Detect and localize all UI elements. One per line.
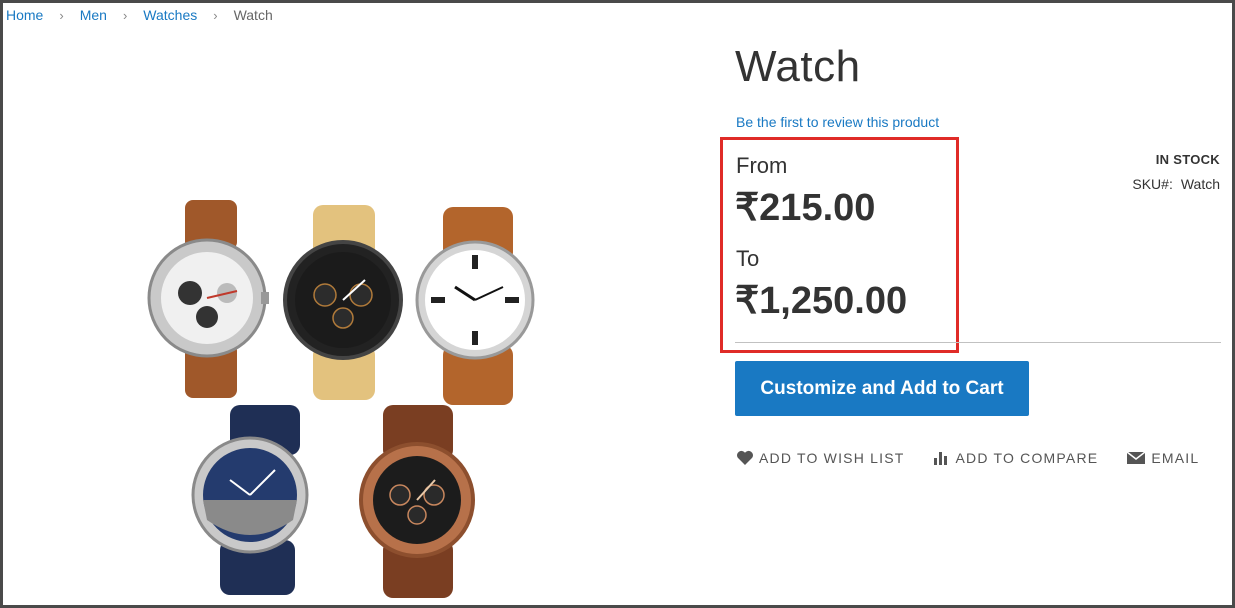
watch-silver-brown-image	[147, 200, 269, 398]
sku-label: SKU#:	[1132, 176, 1173, 192]
email-link[interactable]: EMAIL	[1126, 450, 1199, 466]
watch-blue-image	[191, 405, 309, 595]
watch-copper-image	[359, 405, 475, 598]
breadcrumb-current: Watch	[233, 7, 273, 23]
breadcrumb-watches[interactable]: Watches	[143, 7, 197, 23]
envelope-icon	[1126, 451, 1146, 464]
product-title: Watch	[735, 42, 861, 91]
breadcrumb-separator: ›	[213, 7, 218, 23]
price-from-value: ₹215.00	[735, 187, 876, 229]
breadcrumb-separator: ›	[122, 7, 128, 23]
divider	[735, 342, 1221, 343]
stock-status: IN STOCK	[1155, 152, 1220, 167]
heart-icon	[737, 450, 753, 465]
bar-chart-icon	[934, 452, 948, 465]
breadcrumb-separator: ›	[59, 7, 64, 23]
review-link[interactable]: Be the first to review this product	[736, 114, 939, 130]
customize-add-to-cart-button[interactable]: Customize and Add to Cart	[735, 361, 1029, 416]
sku-info: SKU#: Watch	[1132, 176, 1220, 192]
product-image-gallery[interactable]	[135, 195, 545, 600]
price-to-label: To	[736, 246, 760, 271]
product-actions: ADD TO WISH LIST ADD TO COMPARE EMAIL	[736, 450, 1199, 466]
compare-label: ADD TO COMPARE	[955, 450, 1099, 466]
wishlist-label: ADD TO WISH LIST	[759, 450, 905, 466]
breadcrumb-home[interactable]: Home	[6, 7, 43, 23]
watch-white-brown-image	[415, 207, 535, 405]
breadcrumb-men[interactable]: Men	[80, 7, 107, 23]
price-from-label: From	[736, 153, 788, 178]
price-to-value: ₹1,250.00	[735, 280, 908, 322]
product-image	[147, 200, 535, 598]
sku-value: Watch	[1180, 176, 1220, 192]
email-label: EMAIL	[1151, 450, 1200, 466]
breadcrumb: Home › Men › Watches › Watch	[6, 7, 273, 23]
watch-black-beige-image	[283, 205, 403, 400]
add-to-compare-link[interactable]: ADD TO COMPARE	[932, 450, 1098, 466]
add-to-wishlist-link[interactable]: ADD TO WISH LIST	[736, 450, 904, 466]
